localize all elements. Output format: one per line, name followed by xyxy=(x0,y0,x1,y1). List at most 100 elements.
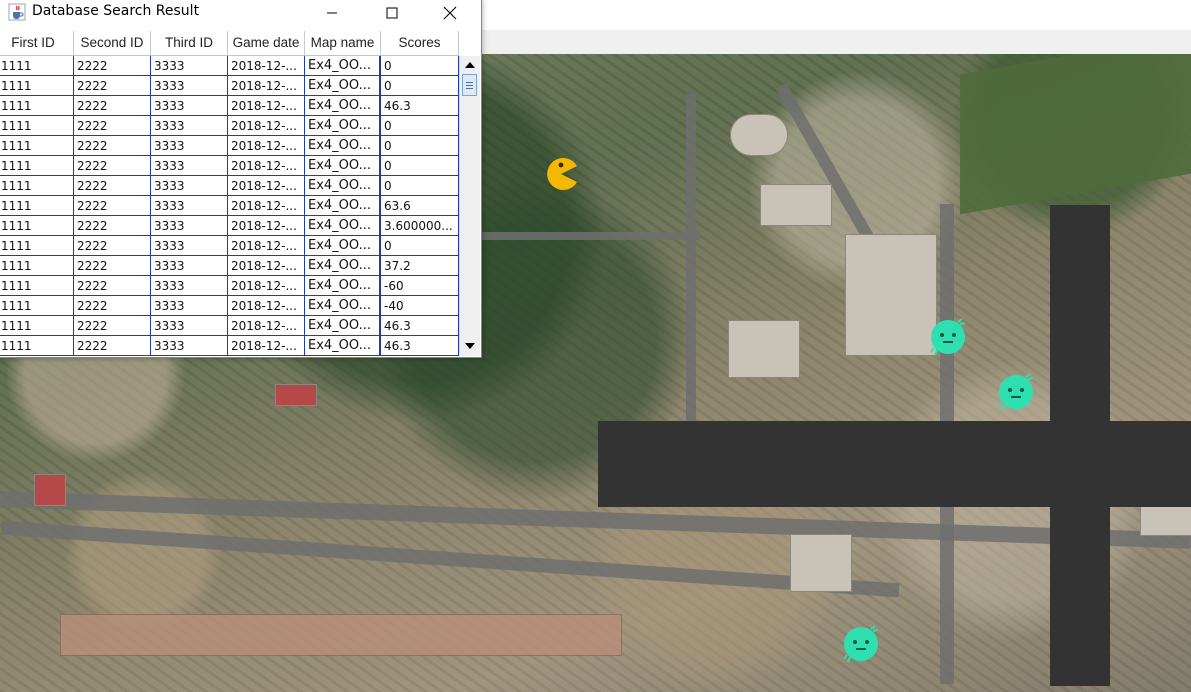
column-header-game-date[interactable]: Game date xyxy=(228,31,305,55)
cell-second-id[interactable]: 2222 xyxy=(74,76,151,96)
cell-second-id[interactable]: 2222 xyxy=(74,196,151,216)
table-row[interactable]: 1111 2222 3333 2018-12-... Ex4_OO... 46.3 xyxy=(0,96,459,116)
scrollbar-thumb[interactable] xyxy=(462,74,477,96)
cell-third-id[interactable]: 3333 xyxy=(151,56,228,76)
cell-game-date[interactable]: 2018-12-... xyxy=(228,56,305,76)
cell-game-date[interactable]: 2018-12-... xyxy=(228,216,305,236)
table-row[interactable]: 1111 2222 3333 2018-12-... Ex4_OO... 46.3 xyxy=(0,336,459,356)
cell-first-id[interactable]: 1111 xyxy=(0,176,74,196)
vertical-scrollbar[interactable] xyxy=(459,56,480,356)
cell-map-name[interactable]: Ex4_OO... xyxy=(305,196,381,216)
cell-first-id[interactable]: 1111 xyxy=(0,76,74,96)
cell-third-id[interactable]: 3333 xyxy=(151,176,228,196)
column-header-first-id[interactable]: First ID xyxy=(0,31,74,55)
cell-game-date[interactable]: 2018-12-... xyxy=(228,276,305,296)
column-header-scores[interactable]: Scores xyxy=(381,31,459,55)
table-row[interactable]: 1111 2222 3333 2018-12-... Ex4_OO... 0 xyxy=(0,136,459,156)
table-row[interactable]: 1111 2222 3333 2018-12-... Ex4_OO... -60 xyxy=(0,276,459,296)
table-row[interactable]: 1111 2222 3333 2018-12-... Ex4_OO... 46.3 xyxy=(0,316,459,336)
cell-game-date[interactable]: 2018-12-... xyxy=(228,96,305,116)
cell-map-name[interactable]: Ex4_OO... xyxy=(305,116,381,136)
cell-first-id[interactable]: 1111 xyxy=(0,96,74,116)
table-row[interactable]: 1111 2222 3333 2018-12-... Ex4_OO... 0 xyxy=(0,76,459,96)
cell-map-name[interactable]: Ex4_OO... xyxy=(305,136,381,156)
cell-third-id[interactable]: 3333 xyxy=(151,236,228,256)
cell-game-date[interactable]: 2018-12-... xyxy=(228,236,305,256)
cell-score[interactable]: -60 xyxy=(381,276,459,296)
cell-first-id[interactable]: 1111 xyxy=(0,196,74,216)
cell-game-date[interactable]: 2018-12-... xyxy=(228,116,305,136)
cell-game-date[interactable]: 2018-12-... xyxy=(228,196,305,216)
table-row[interactable]: 1111 2222 3333 2018-12-... Ex4_OO... 0 xyxy=(0,56,459,76)
cell-first-id[interactable]: 1111 xyxy=(0,156,74,176)
cell-first-id[interactable]: 1111 xyxy=(0,216,74,236)
cell-map-name[interactable]: Ex4_OO... xyxy=(305,176,381,196)
cell-third-id[interactable]: 3333 xyxy=(151,76,228,96)
cell-map-name[interactable]: Ex4_OO... xyxy=(305,216,381,236)
cell-game-date[interactable]: 2018-12-... xyxy=(228,256,305,276)
cell-first-id[interactable]: 1111 xyxy=(0,136,74,156)
cell-first-id[interactable]: 1111 xyxy=(0,336,74,356)
cell-first-id[interactable]: 1111 xyxy=(0,276,74,296)
close-button[interactable] xyxy=(427,0,473,26)
cell-third-id[interactable]: 3333 xyxy=(151,136,228,156)
cell-game-date[interactable]: 2018-12-... xyxy=(228,136,305,156)
cell-score[interactable]: 63.6 xyxy=(381,196,459,216)
cell-third-id[interactable]: 3333 xyxy=(151,296,228,316)
cell-second-id[interactable]: 2222 xyxy=(74,336,151,356)
cell-score[interactable]: 0 xyxy=(381,136,459,156)
cell-score[interactable]: 0 xyxy=(381,116,459,136)
cell-score[interactable]: 0 xyxy=(381,176,459,196)
maximize-button[interactable] xyxy=(369,0,415,26)
table-row[interactable]: 1111 2222 3333 2018-12-... Ex4_OO... 63.6 xyxy=(0,196,459,216)
cell-map-name[interactable]: Ex4_OO... xyxy=(305,76,381,96)
cell-third-id[interactable]: 3333 xyxy=(151,256,228,276)
cell-map-name[interactable]: Ex4_OO... xyxy=(305,156,381,176)
cell-second-id[interactable]: 2222 xyxy=(74,116,151,136)
scroll-down-button[interactable] xyxy=(460,337,480,354)
cell-first-id[interactable]: 1111 xyxy=(0,56,74,76)
cell-map-name[interactable]: Ex4_OO... xyxy=(305,276,381,296)
cell-second-id[interactable]: 2222 xyxy=(74,236,151,256)
cell-score[interactable]: 0 xyxy=(381,76,459,96)
table-row[interactable]: 1111 2222 3333 2018-12-... Ex4_OO... 0 xyxy=(0,156,459,176)
column-header-second-id[interactable]: Second ID xyxy=(74,31,151,55)
column-header-third-id[interactable]: Third ID xyxy=(151,31,228,55)
cell-map-name[interactable]: Ex4_OO... xyxy=(305,96,381,116)
cell-game-date[interactable]: 2018-12-... xyxy=(228,316,305,336)
cell-second-id[interactable]: 2222 xyxy=(74,156,151,176)
column-header-map-name[interactable]: Map name xyxy=(305,31,381,55)
table-row[interactable]: 1111 2222 3333 2018-12-... Ex4_OO... -40 xyxy=(0,296,459,316)
cell-map-name[interactable]: Ex4_OO... xyxy=(305,336,381,356)
cell-game-date[interactable]: 2018-12-... xyxy=(228,296,305,316)
cell-score[interactable]: 0 xyxy=(381,236,459,256)
cell-second-id[interactable]: 2222 xyxy=(74,56,151,76)
table-row[interactable]: 1111 2222 3333 2018-12-... Ex4_OO... 37.2 xyxy=(0,256,459,276)
cell-score[interactable]: 46.3 xyxy=(381,336,459,356)
cell-map-name[interactable]: Ex4_OO... xyxy=(305,236,381,256)
table-row[interactable]: 1111 2222 3333 2018-12-... Ex4_OO... 0 xyxy=(0,176,459,196)
cell-score[interactable]: 37.2 xyxy=(381,256,459,276)
cell-map-name[interactable]: Ex4_OO... xyxy=(305,296,381,316)
cell-game-date[interactable]: 2018-12-... xyxy=(228,156,305,176)
cell-third-id[interactable]: 3333 xyxy=(151,96,228,116)
cell-third-id[interactable]: 3333 xyxy=(151,276,228,296)
cell-map-name[interactable]: Ex4_OO... xyxy=(305,56,381,76)
cell-second-id[interactable]: 2222 xyxy=(74,96,151,116)
cell-first-id[interactable]: 1111 xyxy=(0,316,74,336)
cell-second-id[interactable]: 2222 xyxy=(74,316,151,336)
cell-second-id[interactable]: 2222 xyxy=(74,296,151,316)
cell-third-id[interactable]: 3333 xyxy=(151,216,228,236)
cell-first-id[interactable]: 1111 xyxy=(0,296,74,316)
table-row[interactable]: 1111 2222 3333 2018-12-... Ex4_OO... 0 xyxy=(0,236,459,256)
cell-first-id[interactable]: 1111 xyxy=(0,116,74,136)
cell-second-id[interactable]: 2222 xyxy=(74,276,151,296)
cell-map-name[interactable]: Ex4_OO... xyxy=(305,316,381,336)
cell-first-id[interactable]: 1111 xyxy=(0,256,74,276)
cell-score[interactable]: 3.600000... xyxy=(381,216,459,236)
cell-third-id[interactable]: 3333 xyxy=(151,316,228,336)
window-titlebar[interactable]: Database Search Result xyxy=(0,0,481,26)
cell-second-id[interactable]: 2222 xyxy=(74,216,151,236)
cell-score[interactable]: -40 xyxy=(381,296,459,316)
cell-third-id[interactable]: 3333 xyxy=(151,336,228,356)
